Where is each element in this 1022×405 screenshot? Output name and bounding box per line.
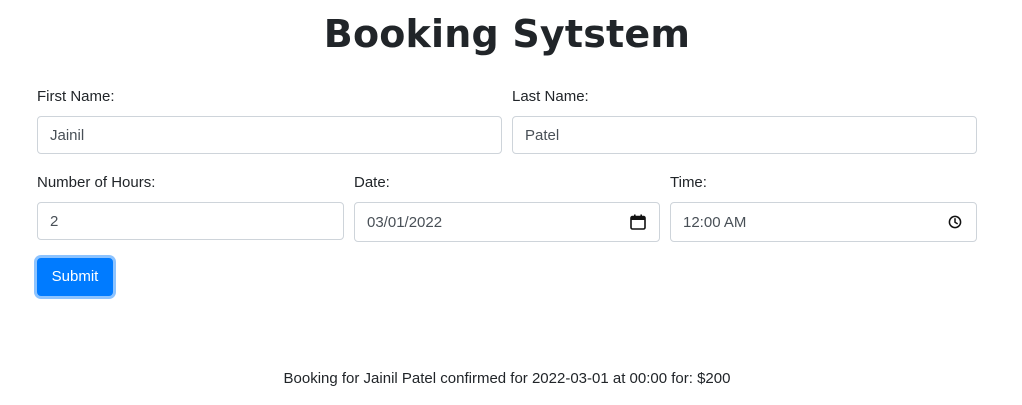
- hours-group: Number of Hours: 2: [37, 173, 344, 243]
- first-name-value: Jainil: [50, 126, 85, 144]
- first-name-group: First Name: Jainil: [37, 87, 502, 157]
- last-name-value: Patel: [525, 126, 560, 144]
- last-name-group: Last Name: Patel: [512, 87, 977, 157]
- booking-confirmation: Booking for Jainil Patel confirmed for 2…: [283, 370, 731, 387]
- date-input[interactable]: 03/01/2022: [354, 202, 660, 242]
- time-label: Time:: [670, 174, 707, 191]
- hours-input[interactable]: 2: [37, 202, 344, 240]
- date-label: Date:: [354, 174, 390, 191]
- first-name-input[interactable]: Jainil: [37, 116, 502, 154]
- hours-value: 2: [50, 212, 59, 230]
- date-value: 03/01/2022: [367, 213, 443, 231]
- time-input[interactable]: 12:00 AM: [670, 202, 977, 242]
- last-name-input[interactable]: Patel: [512, 116, 977, 154]
- time-value: 12:00 AM: [683, 213, 747, 231]
- first-name-label: First Name:: [37, 88, 115, 105]
- clock-icon[interactable]: [946, 213, 964, 231]
- calendar-icon[interactable]: [629, 213, 647, 231]
- time-group: Time: 12:00 AM: [670, 173, 977, 243]
- date-group: Date: 03/01/2022: [354, 173, 660, 243]
- last-name-label: Last Name:: [512, 88, 589, 105]
- submit-button[interactable]: Submit: [37, 258, 113, 296]
- hours-label: Number of Hours:: [37, 174, 156, 191]
- page-title: Booking Sytstem: [323, 12, 691, 56]
